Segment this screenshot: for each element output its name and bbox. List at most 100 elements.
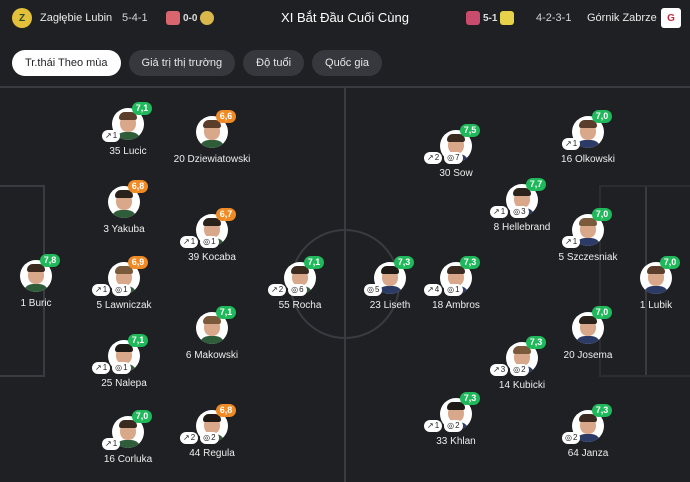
player-rating-badge: 7,1: [216, 306, 236, 319]
player-avatar[interactable]: 7,3 ↗ 3 ◎ 2: [490, 336, 546, 376]
player-stats: ◎ 2: [562, 432, 581, 444]
player-avatar[interactable]: 7,8: [20, 254, 60, 292]
away-crest-icon[interactable]: G: [661, 8, 681, 28]
player-avatar[interactable]: 7,5 ↗ 2 ◎ 7: [424, 124, 480, 164]
player-stats: ↗ 1 ◎ 1: [92, 284, 131, 296]
tab-age[interactable]: Độ tuổi: [243, 50, 305, 76]
player-avatar[interactable]: 6,8: [108, 180, 148, 218]
stat-chip: ↗ 1: [92, 284, 111, 296]
player-name[interactable]: 44 Regula: [157, 448, 267, 459]
player-avatar[interactable]: 7,0: [572, 306, 612, 344]
player-rating-badge: 7,0: [592, 208, 612, 221]
away-player[interactable]: 7,0 ↗ 1 16 Olkowski: [533, 110, 643, 165]
player-name[interactable]: 14 Kubicki: [467, 380, 577, 391]
player-name[interactable]: 25 Nalepa: [69, 378, 179, 389]
player-avatar[interactable]: 7,1 ↗ 2 ◎ 6: [268, 256, 324, 296]
away-team-name[interactable]: Górnik Zabrze: [587, 12, 657, 24]
home-last-match[interactable]: 0-0: [166, 9, 215, 27]
home-player[interactable]: 6,6 20 Dziewiatowski: [157, 110, 267, 165]
away-last-match[interactable]: 5-1: [466, 9, 515, 27]
stat-chip: ↗ 1: [490, 206, 509, 218]
pitch: 7,8 1 Buric 7,1 ↗ 1 35 Lucic 6,8 3 Yakuba 6,9 ↗ 1 ◎…: [0, 86, 690, 482]
player-name[interactable]: 5 Lawniczak: [69, 300, 179, 311]
ball-icon: ◎: [513, 365, 521, 374]
player-avatar[interactable]: 7,7 ↗ 1 ◎ 3: [490, 178, 546, 218]
stat-value: 1: [112, 439, 118, 448]
player-name[interactable]: 33 Khlan: [401, 436, 511, 447]
player-rating-badge: 6,7: [216, 208, 236, 221]
player-avatar[interactable]: 7,0 ↗ 1: [562, 110, 612, 150]
away-player[interactable]: 7,3 ↗ 4 ◎ 1 18 Ambros: [401, 256, 511, 311]
player-stats: ↗ 1 ◎ 1: [92, 362, 131, 374]
tab-season-stats[interactable]: Tr.thái Theo mùa: [12, 50, 121, 76]
tab-market-value[interactable]: Giá trị thị trường: [128, 50, 236, 76]
tab-nationality[interactable]: Quốc gia: [312, 50, 383, 76]
player-rating-badge: 6,8: [216, 404, 236, 417]
player-stats: ↗ 1: [102, 130, 121, 142]
player-name[interactable]: 30 Sow: [401, 168, 511, 179]
home-crest-icon[interactable]: Z: [12, 8, 32, 28]
stat-value: 2: [211, 433, 216, 442]
player-avatar[interactable]: 7,1: [196, 306, 236, 344]
away-player[interactable]: 7,0 ↗ 1 5 Szczesniak: [533, 208, 643, 263]
home-player[interactable]: 6,7 ↗ 1 ◎ 1 39 Kocaba: [157, 208, 267, 263]
stat-value: 1: [112, 131, 118, 140]
stat-value: 2: [572, 433, 578, 442]
ball-icon: ◎: [447, 421, 455, 430]
player-rating-badge: 7,3: [526, 336, 546, 349]
ball-icon: ◎: [203, 433, 211, 442]
player-avatar[interactable]: 7,1 ↗ 1 ◎ 1: [92, 334, 148, 374]
stat-chip: ◎ 7: [444, 152, 463, 164]
player-avatar[interactable]: 7,0: [640, 256, 680, 294]
player-name[interactable]: 1 Lubik: [601, 300, 690, 311]
stat-chip: ↗ 1: [102, 130, 121, 142]
player-rating-badge: 7,0: [592, 306, 612, 319]
player-avatar[interactable]: 7,0 ↗ 1: [562, 208, 612, 248]
player-rating-badge: 7,5: [460, 124, 480, 137]
boot-icon: ↗: [105, 439, 112, 448]
away-player[interactable]: 7,3 ↗ 1 ◎ 2 33 Khlan: [401, 392, 511, 447]
stat-chip: ↗ 1: [92, 362, 111, 374]
player-avatar[interactable]: 7,1 ↗ 1: [102, 102, 152, 142]
stat-chip: ◎ 1: [112, 284, 131, 296]
stat-chip: ↗ 2: [268, 284, 287, 296]
player-name[interactable]: 64 Janza: [533, 448, 643, 459]
lineup-panel: Z Zagłębie Lubin 5-4-1 0-0 XI Bắt Đầu Cu…: [0, 0, 690, 482]
player-avatar[interactable]: 7,3 ↗ 4 ◎ 1: [424, 256, 480, 296]
player-name[interactable]: 16 Olkowski: [533, 154, 643, 165]
stat-value: 6: [299, 285, 304, 294]
stat-chip: ◎ 2: [444, 420, 463, 432]
player-name[interactable]: 18 Ambros: [401, 300, 511, 311]
player-rating-badge: 7,0: [592, 110, 612, 123]
ball-icon: ◎: [447, 285, 455, 294]
stat-value: 2: [190, 433, 196, 442]
away-player[interactable]: 7,3 ↗ 3 ◎ 2 14 Kubicki: [467, 336, 577, 391]
player-rating-badge: 7,3: [592, 404, 612, 417]
player-name[interactable]: 20 Dziewiatowski: [157, 154, 267, 165]
player-avatar[interactable]: 7,0 ↗ 1: [102, 410, 152, 450]
ball-icon: ◎: [115, 285, 123, 294]
stat-chip: ↗ 1: [562, 236, 581, 248]
home-player[interactable]: 6,8 ↗ 2 ◎ 2 44 Regula: [157, 404, 267, 459]
away-player[interactable]: 7,5 ↗ 2 ◎ 7 30 Sow: [401, 124, 511, 179]
boot-icon: ↗: [95, 363, 102, 372]
home-player[interactable]: 6,9 ↗ 1 ◎ 1 5 Lawniczak: [69, 256, 179, 311]
player-avatar[interactable]: 7,3 ◎ 2: [562, 404, 612, 444]
home-player[interactable]: 7,1 6 Makowski: [157, 306, 267, 361]
stat-chip: ↗ 1: [424, 420, 443, 432]
match-header: Z Zagłębie Lubin 5-4-1 0-0 XI Bắt Đầu Cu…: [0, 0, 690, 36]
player-rating-badge: 7,8: [40, 254, 60, 267]
player-avatar[interactable]: 6,9 ↗ 1 ◎ 1: [92, 256, 148, 296]
away-player[interactable]: 7,0 1 Lubik: [601, 256, 690, 311]
away-player[interactable]: 7,3 ◎ 2 64 Janza: [533, 404, 643, 459]
home-team-name[interactable]: Zagłębie Lubin: [40, 12, 112, 24]
player-avatar[interactable]: 6,6: [196, 110, 236, 148]
stat-value: 1: [123, 285, 128, 294]
player-name[interactable]: 6 Makowski: [157, 350, 267, 361]
player-avatar[interactable]: 7,3 ↗ 1 ◎ 2: [424, 392, 480, 432]
player-avatar[interactable]: 6,8 ↗ 2 ◎ 2: [180, 404, 236, 444]
player-avatar[interactable]: 6,7 ↗ 1 ◎ 1: [180, 208, 236, 248]
stat-value: 5: [374, 285, 380, 294]
stat-chip: ↗ 3: [490, 364, 509, 376]
stat-value: 2: [278, 285, 284, 294]
